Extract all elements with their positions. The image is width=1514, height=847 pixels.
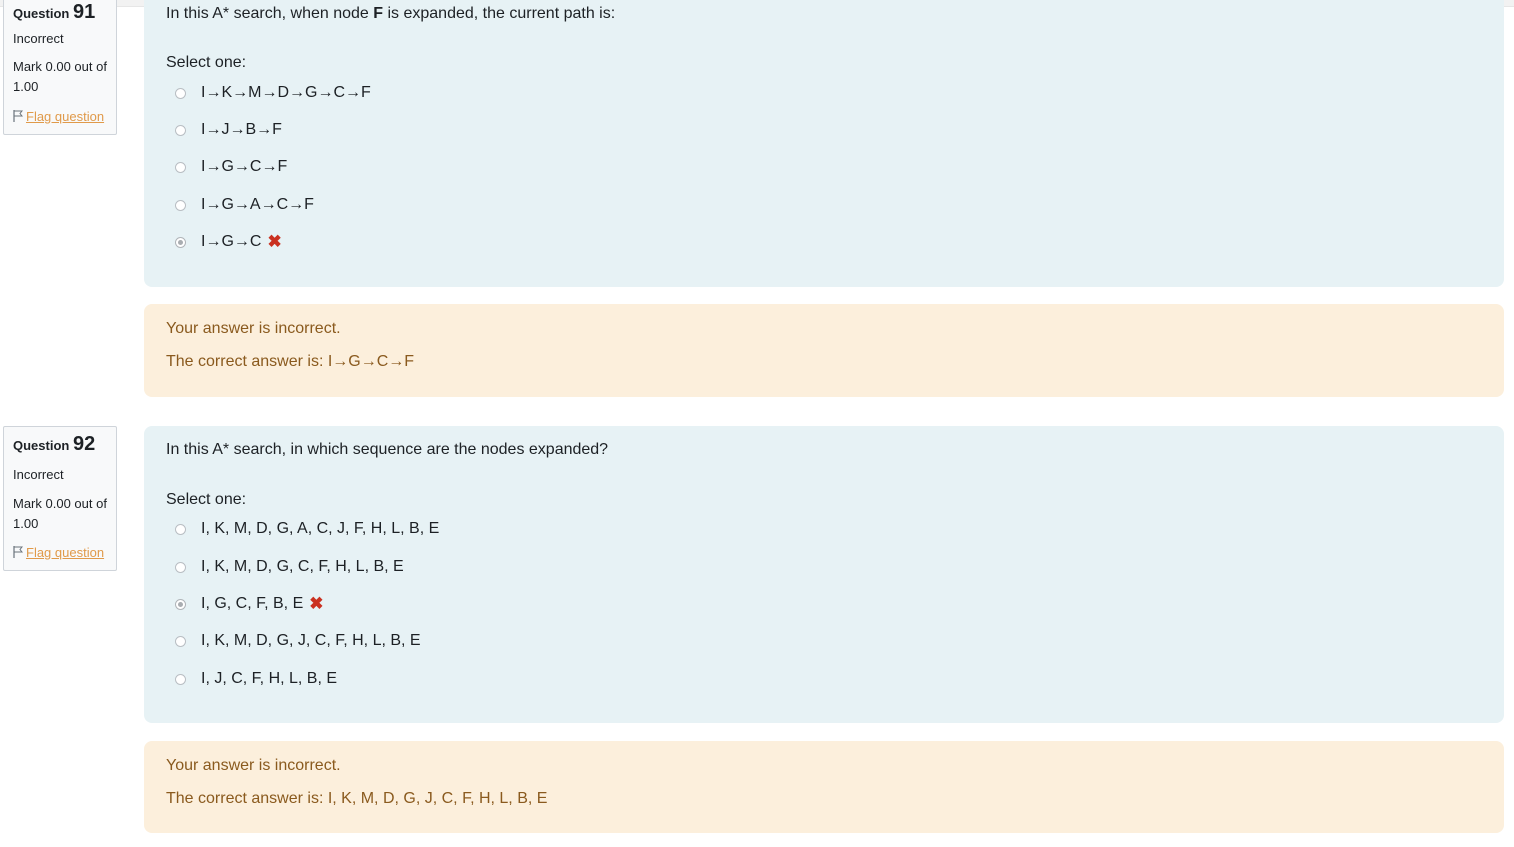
radio-button[interactable] [175, 561, 186, 573]
flag-icon [13, 110, 23, 122]
correct-answer-text: The correct answer is: I, K, M, D, G, J,… [166, 790, 548, 807]
answer-label[interactable]: I→K→M→D→G→C→F [201, 84, 371, 102]
radio-button[interactable] [175, 161, 186, 173]
select-one-prompt: Select one: [166, 491, 247, 508]
answer-option[interactable]: I→G→A→C→F [175, 194, 314, 216]
radio-button[interactable] [175, 87, 186, 99]
answer-option-selected[interactable]: I, G, C, F, B, E ✖ [175, 593, 324, 615]
answer-option-selected[interactable]: I→G→C ✖ [175, 231, 282, 253]
select-one-prompt: Select one: [166, 54, 247, 71]
radio-button[interactable] [175, 199, 186, 211]
answer-label[interactable]: I→J→B→F [201, 121, 282, 139]
question-number: Question 92 [13, 433, 96, 455]
answer-option[interactable]: I→J→B→F [175, 119, 282, 141]
answer-option[interactable]: I→K→M→D→G→C→F [175, 82, 371, 104]
question-formulation-92: In this A* search, in which sequence are… [144, 426, 1504, 723]
question-state: Incorrect [13, 467, 64, 482]
question-formulation-91: In this A* search, when node F is expand… [144, 0, 1504, 287]
question-text: In this A* search, in which sequence are… [166, 441, 609, 458]
radio-button[interactable] [175, 673, 186, 685]
feedback-text: Your answer is incorrect. [166, 757, 341, 774]
question-grade: Mark 0.00 out of 1.00 [13, 59, 107, 94]
answer-option[interactable]: I, J, C, F, H, L, B, E [175, 668, 337, 690]
answer-option[interactable]: I→G→C→F [175, 156, 287, 178]
incorrect-icon: ✖ [267, 232, 282, 251]
flag-question-link[interactable]: Flag question [13, 545, 104, 560]
question-grade: Mark 0.00 out of 1.00 [13, 496, 107, 531]
question-text: In this A* search, when node F is expand… [166, 5, 616, 22]
question-number: Question 91 [13, 1, 96, 23]
flag-question-link[interactable]: Flag question [13, 109, 104, 124]
radio-button-checked[interactable] [175, 236, 186, 248]
answer-label[interactable]: I, J, C, F, H, L, B, E [201, 670, 337, 688]
incorrect-icon: ✖ [309, 594, 324, 613]
question-feedback-91: Your answer is incorrect. The correct an… [144, 304, 1504, 397]
question-state: Incorrect [13, 31, 64, 46]
flag-icon [13, 546, 23, 558]
answer-option[interactable]: I, K, M, D, G, J, C, F, H, L, B, E [175, 630, 421, 652]
answer-option[interactable]: I, K, M, D, G, A, C, J, F, H, L, B, E [175, 518, 439, 540]
question-info-91: Question 91 Incorrect Mark 0.00 out of 1… [3, 0, 117, 135]
feedback-text: Your answer is incorrect. [166, 320, 341, 337]
answer-label[interactable]: I, K, M, D, G, A, C, J, F, H, L, B, E [201, 520, 439, 538]
answer-label[interactable]: I→G→C [201, 233, 261, 251]
answer-label[interactable]: I, K, M, D, G, J, C, F, H, L, B, E [201, 632, 421, 650]
radio-button[interactable] [175, 635, 186, 647]
answer-label[interactable]: I, K, M, D, G, C, F, H, L, B, E [201, 558, 404, 576]
radio-button[interactable] [175, 523, 186, 535]
answer-option[interactable]: I, K, M, D, G, C, F, H, L, B, E [175, 556, 404, 578]
answer-label[interactable]: I, G, C, F, B, E [201, 595, 303, 613]
radio-button-checked[interactable] [175, 598, 186, 610]
correct-answer-text: The correct answer is: I→G→C→F [166, 353, 415, 370]
answer-label[interactable]: I→G→A→C→F [201, 196, 314, 214]
answer-label[interactable]: I→G→C→F [201, 158, 287, 176]
radio-button[interactable] [175, 124, 186, 136]
question-info-92: Question 92 Incorrect Mark 0.00 out of 1… [3, 426, 117, 571]
question-feedback-92: Your answer is incorrect. The correct an… [144, 741, 1504, 833]
